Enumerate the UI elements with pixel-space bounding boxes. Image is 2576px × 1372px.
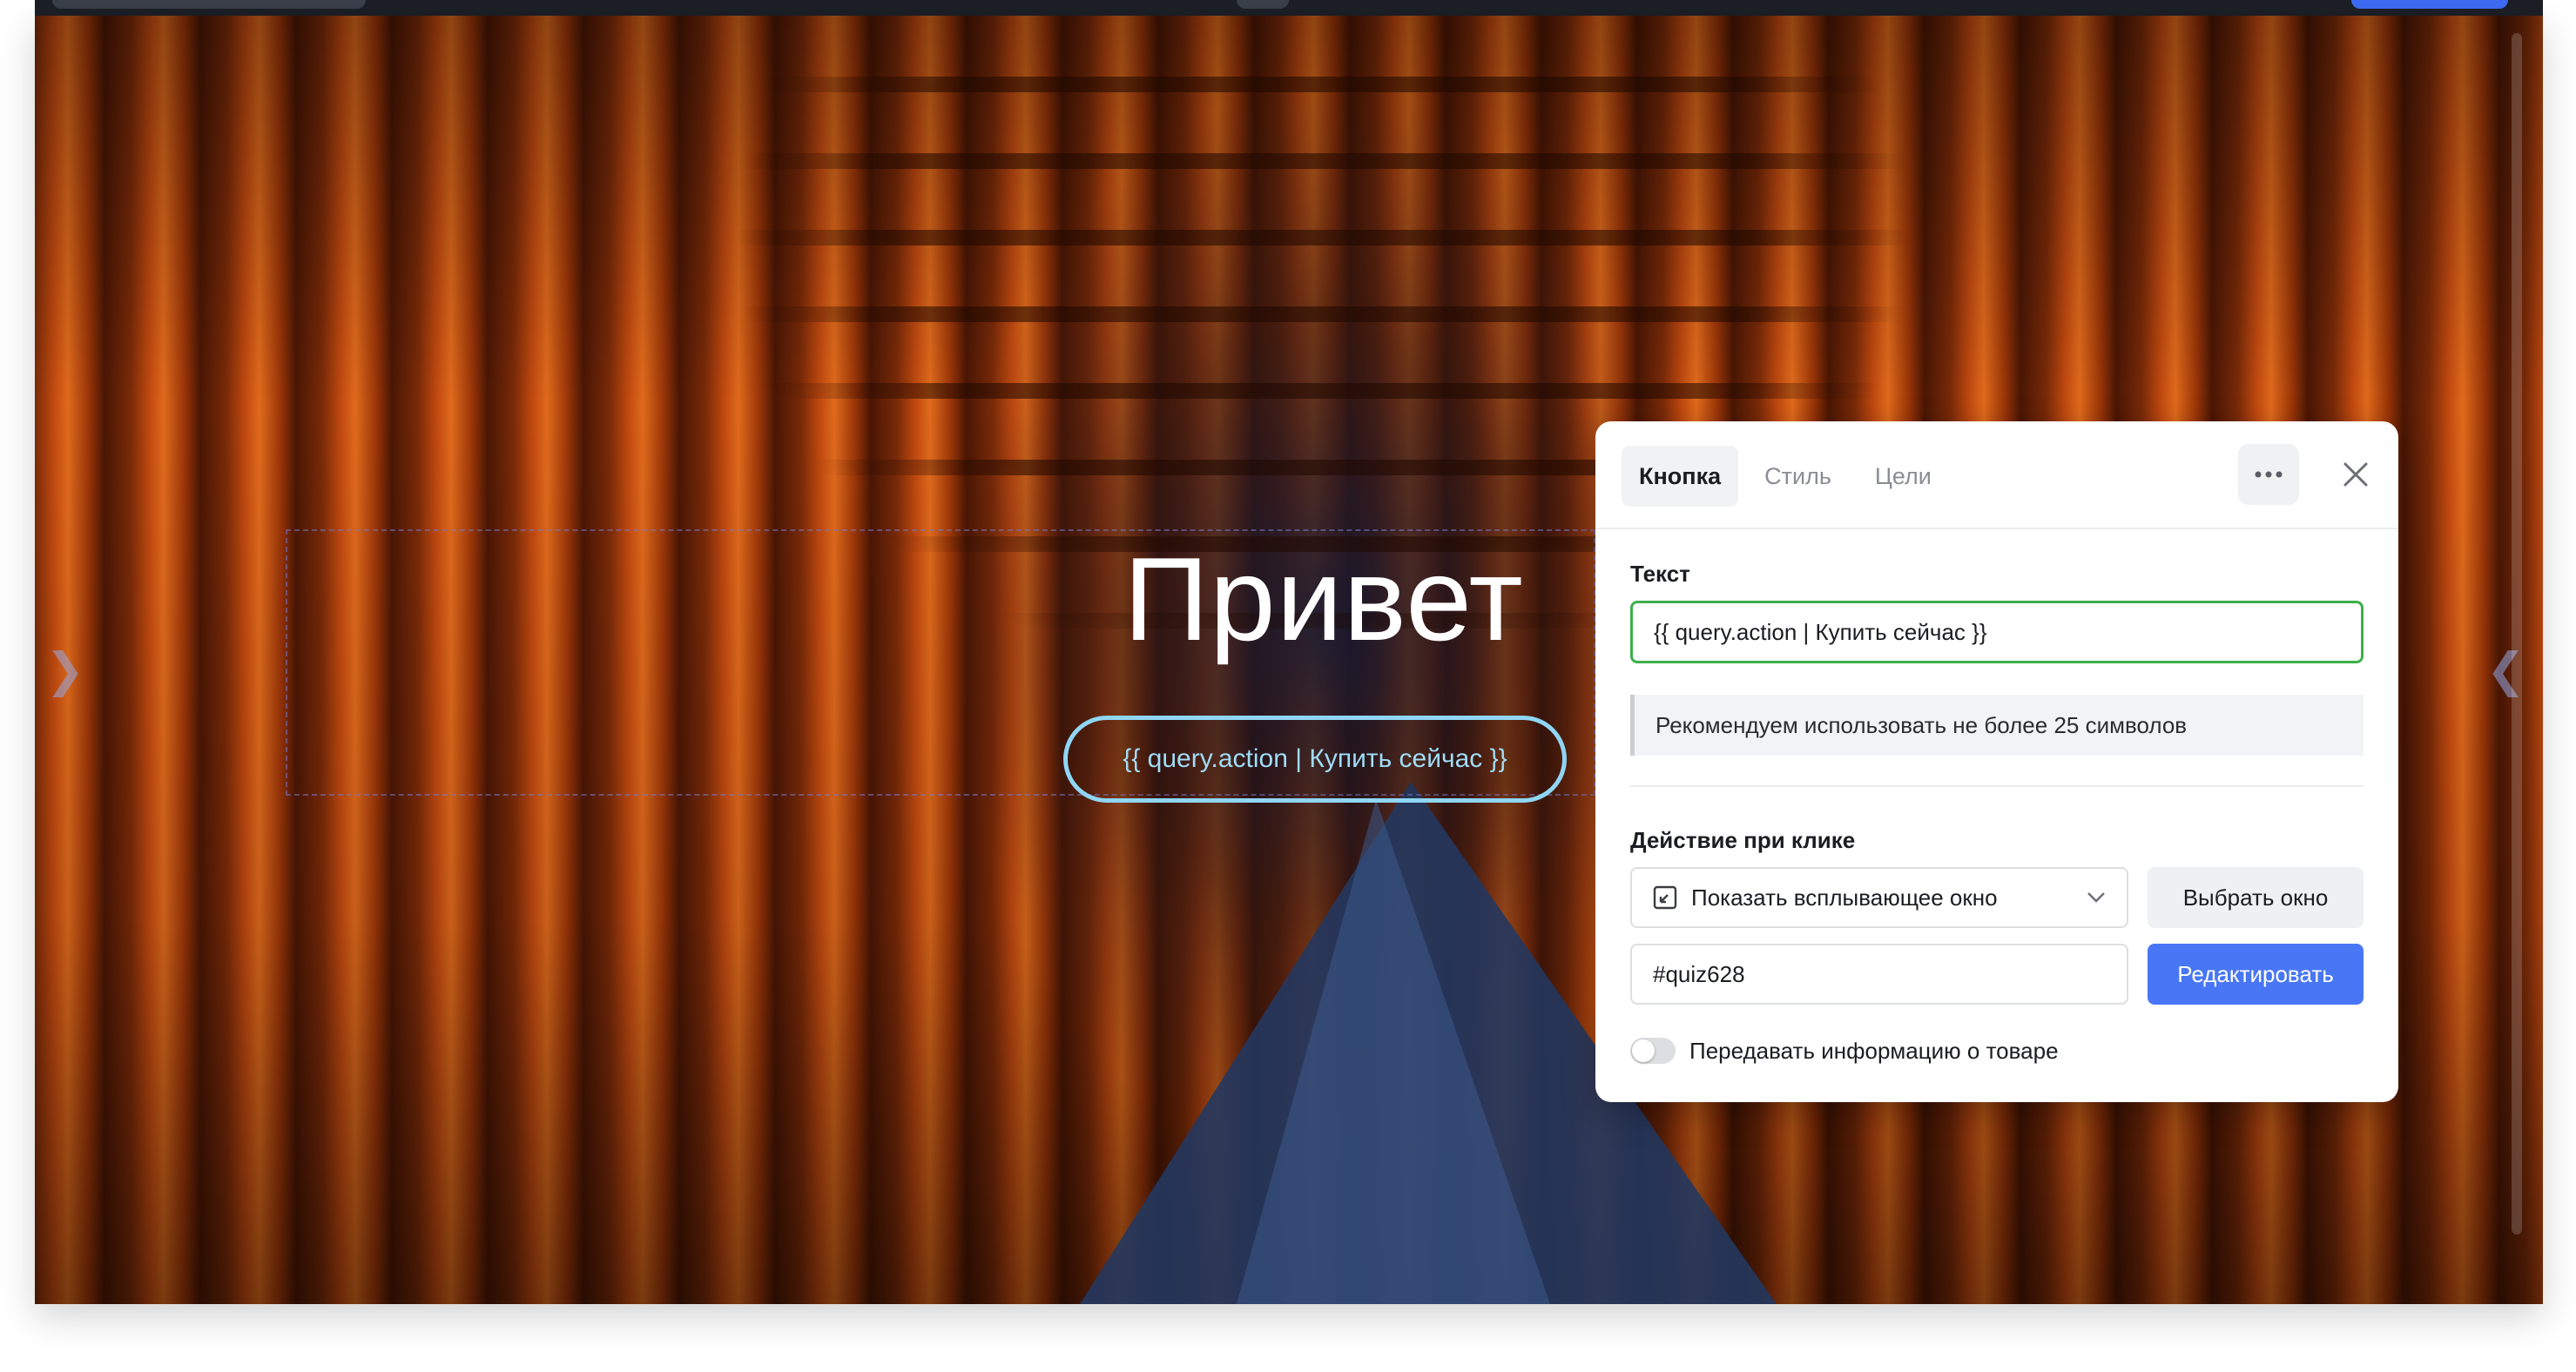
tabs-divider — [1595, 528, 2398, 529]
pass-product-info-label: Передавать информацию о товаре — [1689, 1038, 2059, 1064]
char-limit-hint: Рекомендуем использовать не более 25 сим… — [1630, 695, 2364, 756]
hero-title[interactable]: Привет — [1123, 531, 1524, 667]
panel-tabs: Кнопка Стиль Цели — [1622, 446, 1949, 507]
top-bar-handle[interactable] — [1237, 0, 1289, 9]
editor-top-bar — [35, 0, 2543, 17]
edit-button[interactable]: Редактировать — [2148, 944, 2364, 1005]
click-action-select[interactable]: Показать всплывающее окно — [1630, 867, 2128, 928]
background-path-highlight — [1237, 799, 1550, 1304]
pass-product-info-toggle[interactable] — [1630, 1038, 1676, 1064]
popup-id-input[interactable] — [1630, 944, 2128, 1005]
tab-goals[interactable]: Цели — [1858, 446, 1949, 507]
close-panel-button[interactable] — [2325, 444, 2386, 505]
top-bar-tab[interactable] — [52, 0, 366, 9]
text-field-label: Текст — [1630, 561, 1690, 587]
chevron-down-icon — [2087, 892, 2105, 903]
section-divider — [1630, 785, 2364, 787]
more-horizontal-icon — [2255, 471, 2283, 478]
publish-button[interactable] — [2351, 0, 2508, 9]
canvas-scrollbar[interactable] — [2512, 33, 2522, 1234]
close-icon — [2343, 462, 2368, 487]
popup-window-icon — [1653, 885, 1677, 910]
hero-button[interactable]: {{ query.action | Купить сейчас }} — [1063, 716, 1567, 803]
slide-canvas[interactable]: ❯ ❮ Привет {{ query.action | Купить сейч… — [35, 16, 2543, 1304]
click-action-value: Показать всплывающее окно — [1691, 884, 1998, 911]
prev-slide-icon[interactable]: ❯ — [45, 642, 84, 697]
tab-style[interactable]: Стиль — [1747, 446, 1849, 507]
select-window-button[interactable]: Выбрать окно — [2148, 867, 2364, 928]
tab-button[interactable]: Кнопка — [1622, 446, 1739, 507]
more-options-button[interactable] — [2238, 444, 2299, 505]
toggle-knob — [1632, 1039, 1655, 1062]
button-text-input[interactable] — [1630, 601, 2364, 663]
click-action-label: Действие при клике — [1630, 827, 1856, 853]
button-settings-panel: Кнопка Стиль Цели Текст Рекомендуем испо… — [1595, 421, 2398, 1102]
